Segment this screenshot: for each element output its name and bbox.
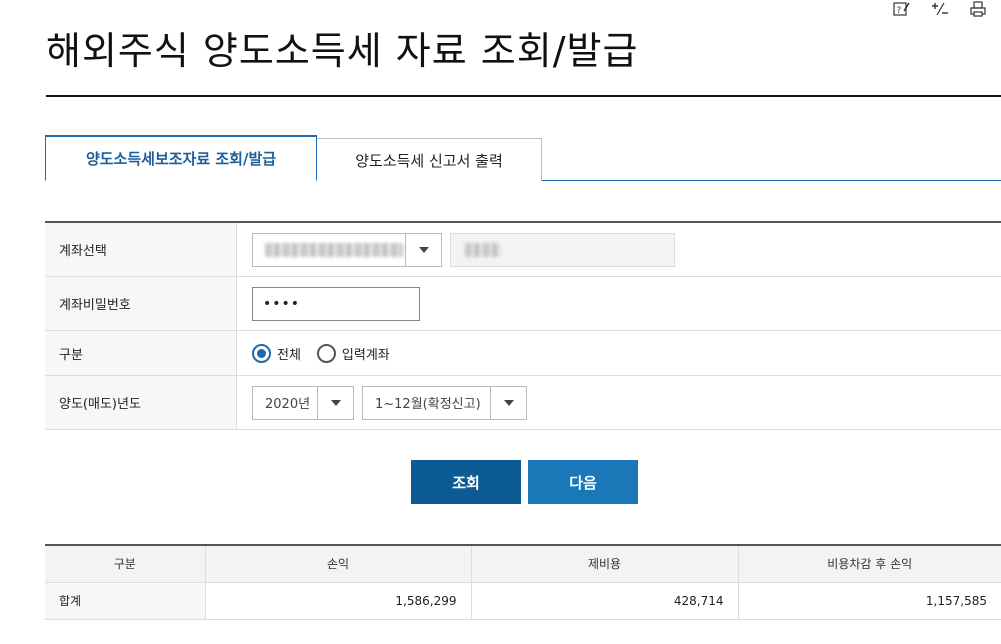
row-net-profit: 1,157,585 [737,582,1001,620]
page-tools: ? [893,0,987,18]
tab-supporting-data[interactable]: 양도소득세보조자료 조회/발급 [45,135,317,181]
print-icon[interactable] [969,0,987,18]
category-label: 구분 [45,331,237,375]
form-row-password: 계좌비밀번호 •••• [45,277,1001,331]
account-password-field: •••• [237,277,1001,330]
row-category: 합계 [45,582,205,620]
tab-bar: 양도소득세보조자료 조회/발급 양도소득세 신고서 출력 [45,135,1001,181]
obscured-account-number [265,242,403,257]
account-name-display [450,232,675,267]
year-select-value: 2020년 [265,397,311,412]
table-header-row: 구분 손익 제비용 비용차감 후 손익 [45,544,1001,583]
table-row: 합계 1,586,299 428,714 1,157,585 [45,582,1001,620]
radio-checked-icon [252,343,271,363]
period-select-value: 1~12월(확정신고) [375,397,481,412]
header-expenses: 제비용 [470,544,738,583]
help-edit-icon[interactable]: ? [893,0,911,18]
account-password-input[interactable]: •••• [252,286,420,321]
row-expenses: 428,714 [470,582,738,620]
results-table: 구분 손익 제비용 비용차감 후 손익 합계 1,586,299 428,714… [45,544,1001,620]
form-row-category: 구분 전체 입력계좌 [45,331,1001,376]
obscured-account-name [465,242,501,257]
account-password-label: 계좌비밀번호 [45,277,237,330]
action-buttons: 조회 다음 [411,460,638,504]
header-category: 구분 [45,544,205,583]
radio-unchecked-icon [316,343,336,363]
tab-tax-return-print[interactable]: 양도소득세 신고서 출력 [317,138,542,181]
radio-input-account-label: 입력계좌 [341,347,390,363]
radio-all-label: 전체 [277,347,301,363]
form-row-account: 계좌선택 [45,223,1001,277]
next-button[interactable]: 다음 [528,460,638,504]
account-select-field [237,223,1001,276]
period-select[interactable]: 1~12월(확정신고) [362,385,527,420]
header-net-profit: 비용차감 후 손익 [737,544,1001,583]
radio-all[interactable]: 전체 [252,343,301,363]
account-select[interactable] [252,232,442,267]
chevron-down-icon[interactable] [405,233,441,266]
transfer-year-label: 양도(매도)년도 [45,376,237,429]
year-select[interactable]: 2020년 [252,385,354,420]
chevron-down-icon[interactable] [317,386,353,419]
account-select-value [253,234,405,266]
radio-input-account[interactable]: 입력계좌 [316,343,390,363]
calculator-icon[interactable] [931,0,949,18]
form-row-year: 양도(매도)년도 2020년 1~12월(확정신고) [45,376,1001,430]
svg-text:?: ? [897,6,902,16]
page-title: 해외주식 양도소득세 자료 조회/발급 [46,29,639,73]
title-divider [46,95,1001,97]
account-select-label: 계좌선택 [45,223,237,276]
query-form: 계좌선택 계좌비밀번호 •••• 구분 전체 입력계좌 양도(매도)년도 202… [45,221,1001,430]
header-profit-loss: 손익 [204,544,471,583]
row-profit-loss: 1,586,299 [204,582,471,620]
transfer-year-field: 2020년 1~12월(확정신고) [237,376,1001,429]
category-field: 전체 입력계좌 [237,331,1001,375]
search-button[interactable]: 조회 [411,460,521,504]
chevron-down-icon[interactable] [490,386,526,419]
